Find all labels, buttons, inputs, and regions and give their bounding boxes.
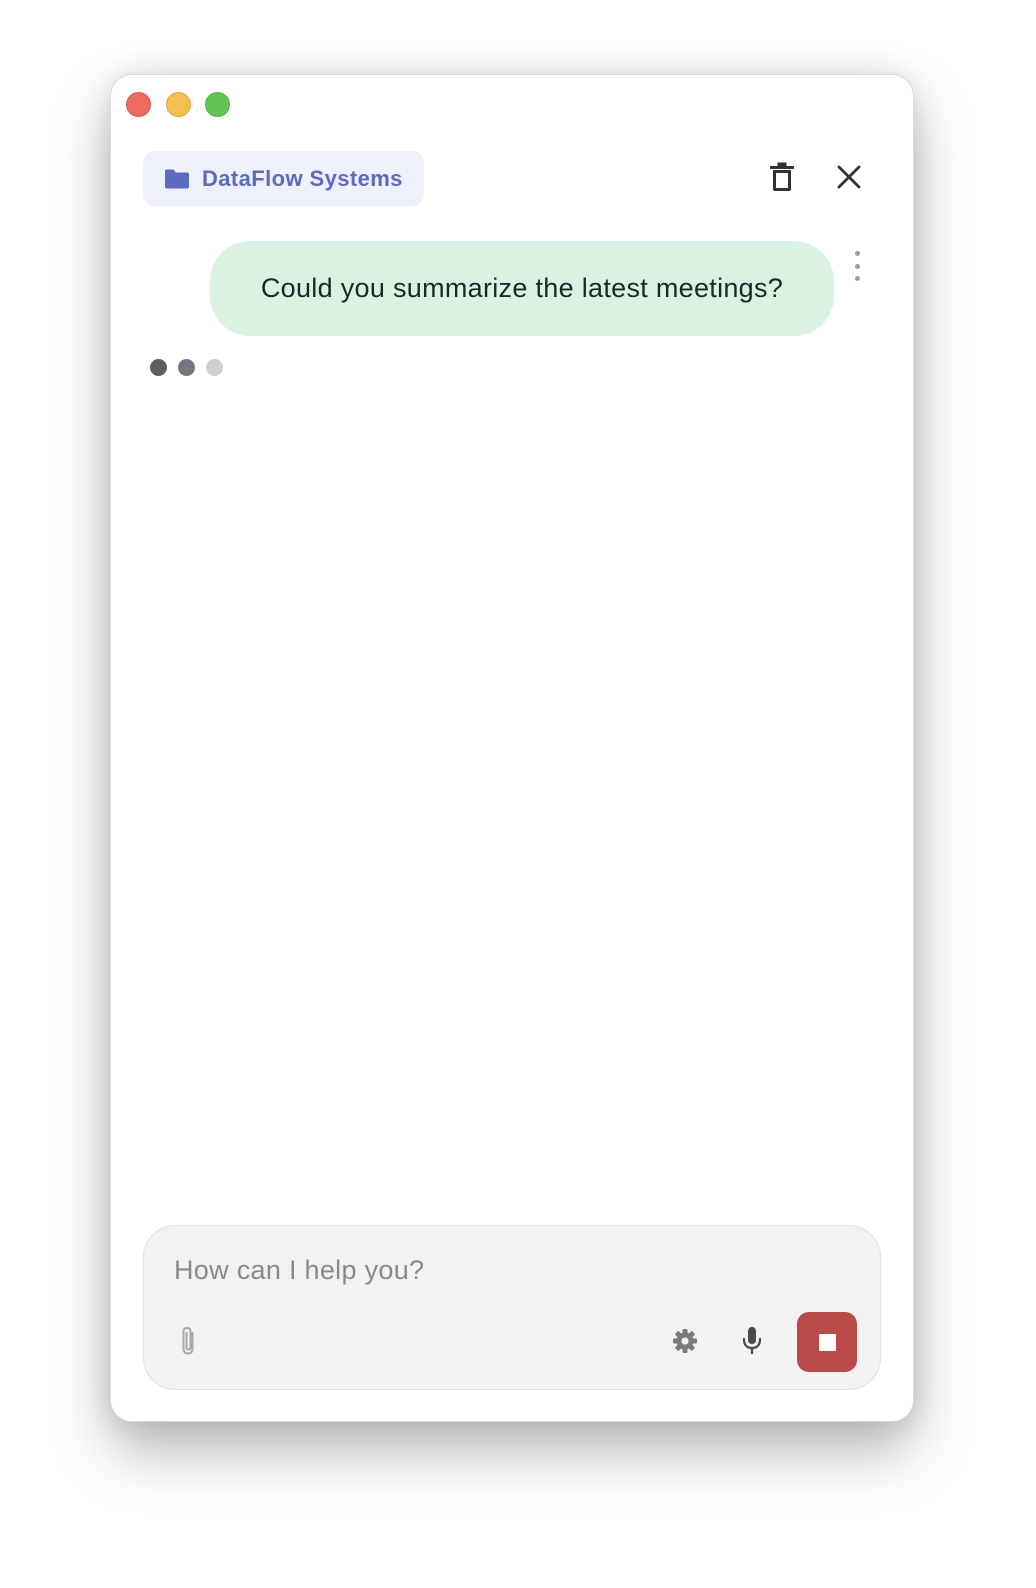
stop-icon xyxy=(818,1333,836,1351)
close-icon xyxy=(837,165,861,194)
window-close-button[interactable] xyxy=(126,92,151,117)
microphone-icon xyxy=(741,1326,763,1361)
paperclip-icon xyxy=(178,1324,198,1363)
typing-indicator xyxy=(150,359,223,376)
trash-icon xyxy=(769,162,795,197)
more-vertical-icon xyxy=(854,251,860,256)
typing-dot xyxy=(178,359,195,376)
settings-button[interactable] xyxy=(665,1323,705,1363)
user-message: Could you summarize the latest meetings? xyxy=(210,241,834,336)
close-button[interactable] xyxy=(829,159,869,199)
project-name: DataFlow Systems xyxy=(202,165,403,191)
voice-input-button[interactable] xyxy=(732,1323,772,1363)
project-chip[interactable]: DataFlow Systems xyxy=(143,151,424,206)
window-zoom-button[interactable] xyxy=(205,92,230,117)
more-vertical-icon-dot xyxy=(854,263,860,269)
chat-window: DataFlow Systems Could you summarize the… xyxy=(110,74,914,1422)
attach-button[interactable] xyxy=(168,1323,208,1363)
message-options-button[interactable] xyxy=(847,251,867,281)
composer xyxy=(143,1225,881,1390)
typing-dot xyxy=(150,359,167,376)
gear-icon xyxy=(672,1328,698,1359)
stop-generation-button[interactable] xyxy=(797,1312,857,1372)
delete-conversation-button[interactable] xyxy=(762,159,802,199)
folder-icon xyxy=(164,168,190,190)
window-minimize-button[interactable] xyxy=(166,92,191,117)
more-vertical-icon-dot xyxy=(854,276,860,281)
typing-dot xyxy=(206,359,223,376)
message-input[interactable] xyxy=(174,1248,834,1292)
